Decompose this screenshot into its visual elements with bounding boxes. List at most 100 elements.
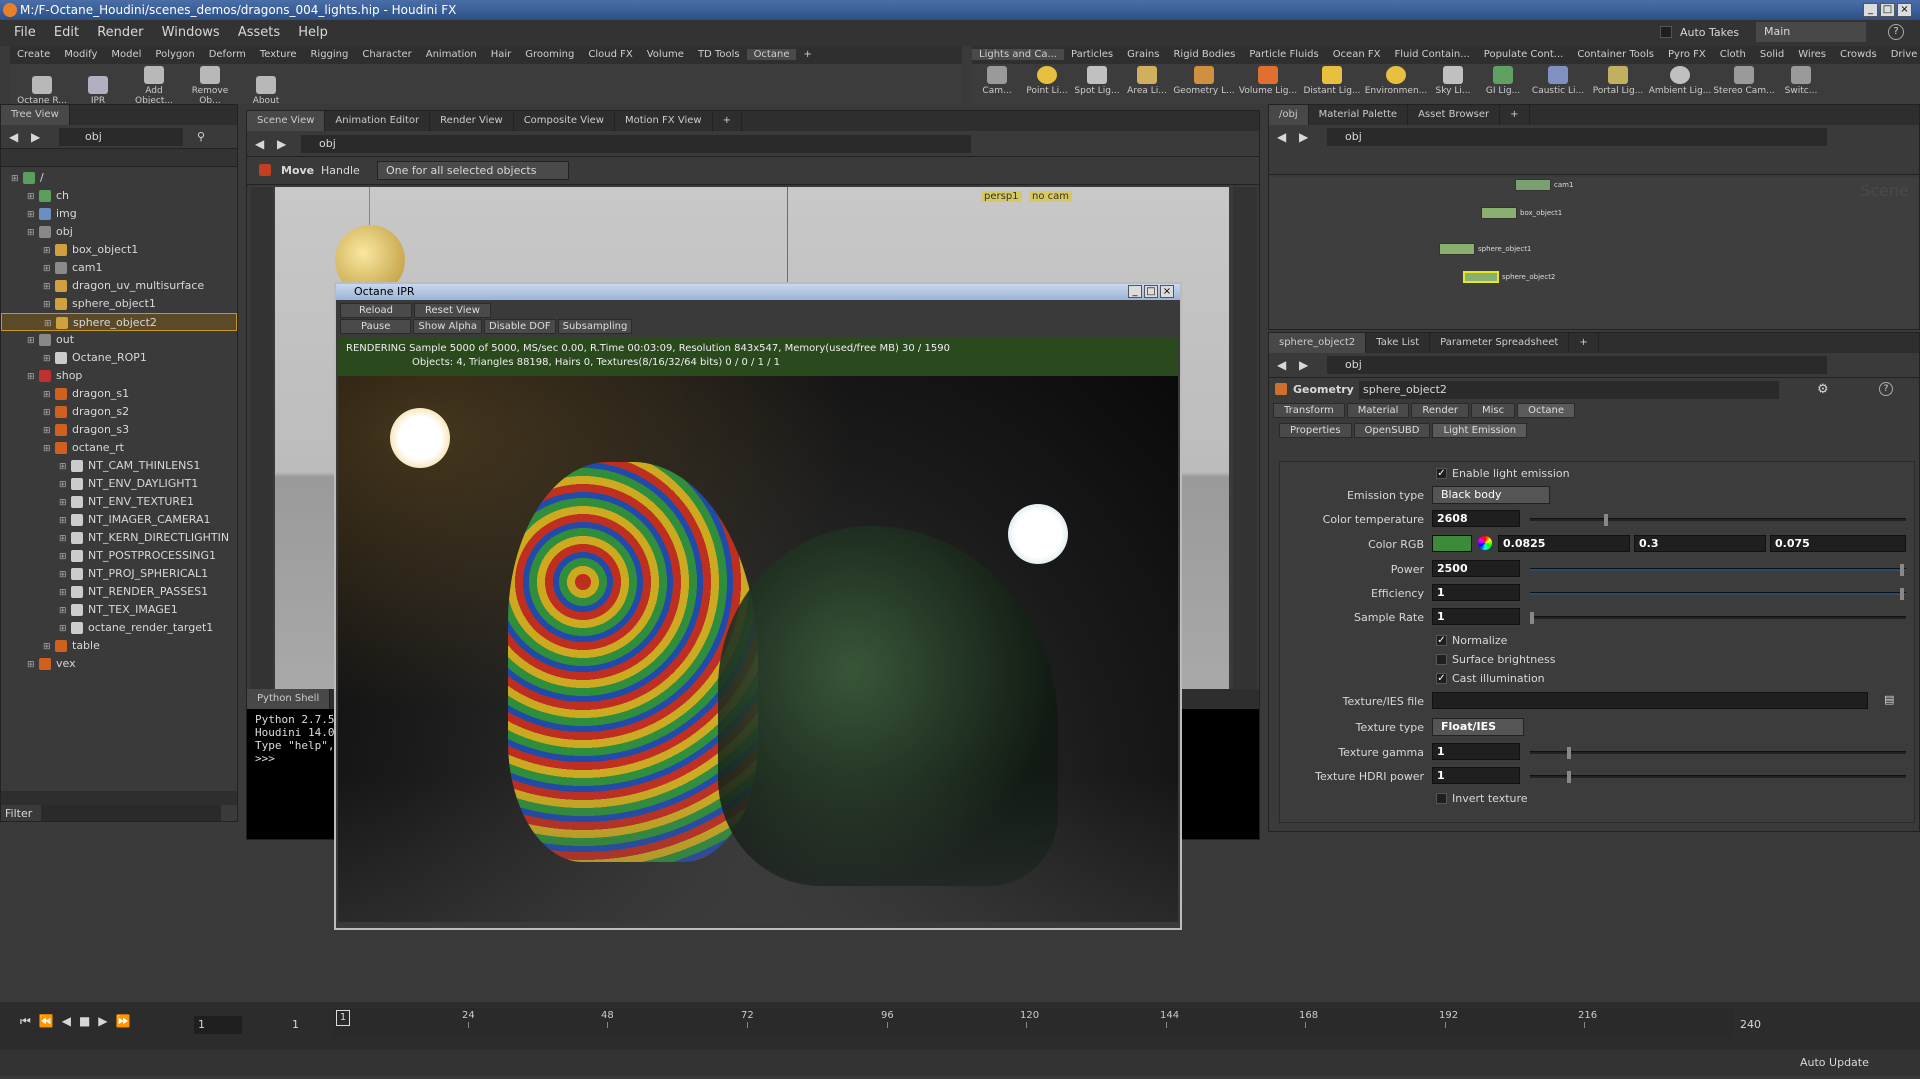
color-temperature-field[interactable]: 2608	[1432, 510, 1520, 527]
expand-icon[interactable]: ⊞	[27, 224, 39, 242]
slider-knob[interactable]	[1567, 747, 1571, 759]
add-tab-icon[interactable]: +	[713, 111, 742, 131]
geometry-light-tool[interactable]: Geometry L...	[1172, 64, 1236, 96]
tree-item[interactable]: ⊞ NT_RENDER_PASSES1	[1, 583, 237, 601]
menu-assets[interactable]: Assets	[238, 25, 280, 40]
tree-item[interactable]: ⊞ NT_TEX_IMAGE1	[1, 601, 237, 619]
back-arrow-icon[interactable]: ◀	[1277, 358, 1286, 372]
ipr-close-button[interactable]: ×	[1160, 285, 1174, 298]
auto-update-select[interactable]: Auto Update	[1800, 1056, 1869, 1069]
network-path-field[interactable]: obj	[1327, 128, 1827, 146]
add-tab-icon[interactable]: +	[1569, 333, 1599, 353]
tree-item[interactable]: ⊞ dragon_s2	[1, 403, 237, 421]
gear-icon[interactable]: ⚙	[1817, 382, 1829, 397]
texture-hdri-slider[interactable]	[1530, 771, 1906, 783]
tab-python-shell[interactable]: Python Shell	[247, 689, 331, 709]
frame-marker[interactable]: 1	[336, 1010, 350, 1026]
efficiency-field[interactable]: 1	[1432, 584, 1520, 601]
environment-light-tool[interactable]: Environmen...	[1364, 64, 1428, 96]
shelf-tab[interactable]: Grooming	[518, 49, 581, 60]
help-icon[interactable]: ?	[1879, 382, 1893, 396]
tab-properties[interactable]: Properties	[1279, 423, 1352, 438]
expand-icon[interactable]: ⊞	[59, 548, 71, 566]
tree-item[interactable]: ⊞ shop	[1, 367, 237, 385]
tab-opensubd[interactable]: OpenSUBD	[1353, 423, 1431, 438]
close-button[interactable]: ×	[1897, 3, 1912, 17]
tree-path-field[interactable]: obj	[59, 128, 183, 146]
tree-item[interactable]: ⊞ /	[1, 169, 237, 187]
tab-obj[interactable]: /obj	[1269, 105, 1309, 125]
current-frame-field[interactable]: 1	[194, 1016, 242, 1034]
tree-item[interactable]: ⊞ dragon_s3	[1, 421, 237, 439]
point-light-tool[interactable]: Point Li...	[1022, 64, 1072, 96]
auto-takes-checkbox[interactable]	[1660, 26, 1672, 38]
tree-item[interactable]: ⊞ obj	[1, 223, 237, 241]
shelf-tab[interactable]: Drive Simulati...	[1884, 49, 1920, 60]
cast-illumination-checkbox[interactable]: ✓	[1436, 673, 1447, 684]
shelf-tab[interactable]: Wires	[1791, 49, 1833, 60]
tree-item[interactable]: ⊞ dragon_s1	[1, 385, 237, 403]
pin-icon[interactable]: ⚲	[197, 130, 205, 143]
expand-icon[interactable]: ⊞	[43, 422, 55, 440]
shelf-tab[interactable]: Volume	[640, 49, 691, 60]
tab-animation-editor[interactable]: Animation Editor	[325, 111, 431, 131]
normalize-checkbox[interactable]: ✓	[1436, 635, 1447, 646]
viewer-path-field[interactable]: obj	[301, 135, 971, 153]
expand-icon[interactable]: ⊞	[43, 404, 55, 422]
tree-item[interactable]: ⊞ octane_rt	[1, 439, 237, 457]
add-tab-icon[interactable]: +	[1500, 105, 1530, 125]
shelf-tab[interactable]: Cloud FX	[581, 49, 639, 60]
timeline-ruler[interactable]: 1 24 48 72 96 120 144 168 192 216	[334, 1008, 1734, 1038]
reload-button[interactable]: Reload	[340, 303, 413, 318]
shelf-tab[interactable]: Fluid Contain...	[1387, 49, 1476, 60]
tree-item[interactable]: ⊞ NT_PROJ_SPHERICAL1	[1, 565, 237, 583]
back-arrow-icon[interactable]: ◀	[1277, 130, 1286, 144]
subsampling-button[interactable]: Subsampling	[557, 319, 633, 334]
shelf-tab[interactable]: Animation	[419, 49, 484, 60]
network-canvas[interactable]: Scene cam1 box_object1 sphere_object1 sp…	[1269, 177, 1919, 329]
add-object-tool[interactable]: Add Object...	[126, 64, 182, 106]
disable-dof-button[interactable]: Disable DOF	[484, 319, 556, 334]
back-arrow-icon[interactable]: ◀	[255, 137, 264, 151]
tree-item[interactable]: ⊞ box_object1	[1, 241, 237, 259]
expand-icon[interactable]: ⊞	[27, 656, 39, 674]
camera-persp-menu[interactable]: persp1	[981, 191, 1022, 202]
expand-icon[interactable]: ⊞	[43, 278, 55, 296]
menu-render[interactable]: Render	[97, 25, 143, 40]
shelf-tab[interactable]: TD Tools	[691, 49, 747, 60]
tree-item[interactable]: ⊞ sphere_object2	[1, 313, 237, 331]
tree-item[interactable]: ⊞ NT_POSTPROCESSING1	[1, 547, 237, 565]
tab-transform[interactable]: Transform	[1273, 403, 1345, 418]
expand-icon[interactable]: ⊞	[27, 332, 39, 350]
forward-arrow-icon[interactable]: ▶	[1299, 130, 1308, 144]
expand-icon[interactable]: ⊞	[59, 476, 71, 494]
tree-item[interactable]: ⊞ cam1	[1, 259, 237, 277]
stereo-camera-tool[interactable]: Stereo Cam...	[1712, 64, 1776, 96]
playback-controls[interactable]: ⏮⏪◀■▶⏩	[20, 1014, 138, 1029]
texture-hdri-field[interactable]: 1	[1432, 767, 1520, 784]
file-chooser-icon[interactable]: ▤	[1884, 693, 1894, 706]
shelf-tab[interactable]: Create	[10, 49, 57, 60]
shelf-tab[interactable]: Texture	[253, 49, 304, 60]
expand-icon[interactable]: ⊞	[59, 620, 71, 638]
tab-render[interactable]: Render	[1411, 403, 1469, 418]
maximize-button[interactable]: □	[1880, 3, 1895, 17]
shelf-tab[interactable]: Rigid Bodies	[1166, 49, 1242, 60]
shelf-tab[interactable]: Pyro FX	[1661, 49, 1713, 60]
shelf-tab[interactable]: Hair	[484, 49, 519, 60]
switcher-tool[interactable]: Switc...	[1776, 64, 1826, 96]
slider-knob[interactable]	[1567, 771, 1571, 783]
surface-brightness-checkbox[interactable]	[1436, 654, 1447, 665]
color-b-field[interactable]: 0.075	[1770, 535, 1906, 552]
back-arrow-icon[interactable]: ◀	[9, 130, 18, 144]
tab-material-palette[interactable]: Material Palette	[1309, 105, 1409, 125]
power-slider[interactable]	[1530, 564, 1906, 576]
shelf-tab[interactable]: Ocean FX	[1326, 49, 1388, 60]
expand-icon[interactable]: ⊞	[43, 386, 55, 404]
texture-gamma-slider[interactable]	[1530, 747, 1906, 759]
tree-item[interactable]: ⊞ ch	[1, 187, 237, 205]
slider-knob[interactable]	[1900, 588, 1904, 600]
expand-icon[interactable]: ⊞	[43, 296, 55, 314]
tree-item[interactable]: ⊞ NT_ENV_DAYLIGHT1	[1, 475, 237, 493]
node-cam1[interactable]: cam1	[1515, 179, 1573, 191]
